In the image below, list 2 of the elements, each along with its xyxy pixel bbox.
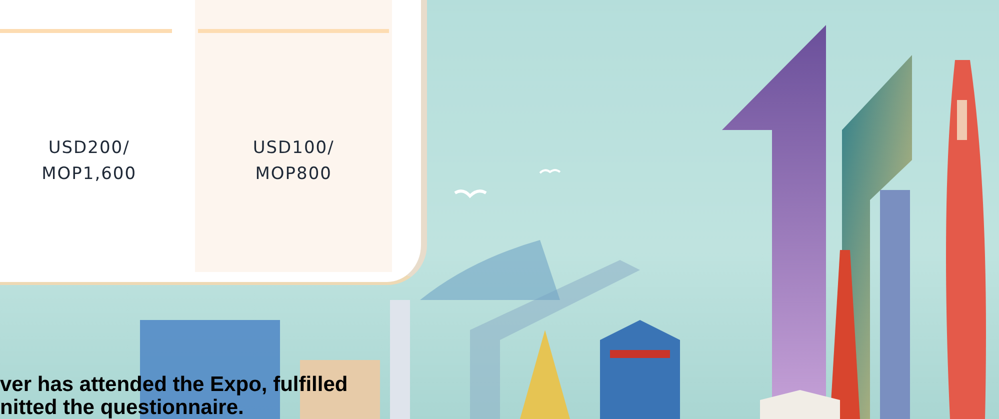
price-text: USD100/ MOP800	[252, 137, 334, 186]
price-text: USD200/ MOP1,600	[42, 137, 137, 186]
